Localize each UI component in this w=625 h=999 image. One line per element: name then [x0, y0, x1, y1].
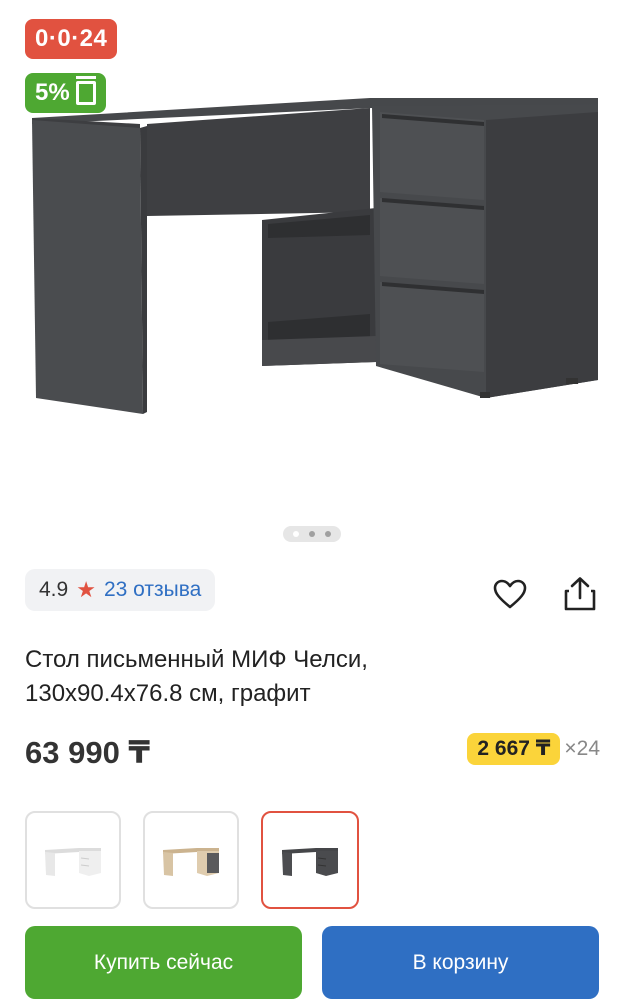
- pager-dot[interactable]: [293, 531, 299, 537]
- variant-graphite[interactable]: [261, 811, 359, 909]
- variant-white[interactable]: [25, 811, 121, 909]
- desk-white-icon: [45, 848, 101, 876]
- installment-badge: 0·0·24: [25, 19, 118, 59]
- bonus-b-icon: [75, 76, 96, 105]
- pager-dot[interactable]: [309, 531, 315, 537]
- color-variants: [25, 811, 359, 909]
- share-icon: [564, 577, 596, 611]
- heart-icon: [493, 579, 527, 609]
- title-line-2: 130x90.4x76.8 см, графит: [25, 680, 311, 707]
- installment-times: ×24: [564, 737, 600, 760]
- rating-value: 4.9: [39, 578, 69, 601]
- desk-oak-icon: [163, 848, 219, 876]
- installment-amount: 2 667 ₸: [467, 733, 561, 765]
- reviews-link[interactable]: 23 отзыва: [104, 578, 201, 602]
- star-icon: ★: [76, 577, 96, 602]
- product-title: Стол письменный МИФ Челси, 130x90.4x76.8…: [25, 643, 585, 711]
- favorite-button[interactable]: [490, 574, 530, 614]
- product-gallery[interactable]: 0·0·24 5%: [0, 0, 625, 550]
- variant-sonoma-oak[interactable]: [143, 811, 239, 909]
- product-price: 63 990 ₸: [25, 735, 150, 770]
- cashback-percent: 5%: [35, 79, 70, 106]
- installment-offer[interactable]: 2 667 ₸ ×24: [467, 733, 600, 765]
- rating-pill[interactable]: 4.9 ★ 23 отзыва: [25, 569, 216, 611]
- pager-dot[interactable]: [325, 531, 331, 537]
- desk-graphite-icon: [282, 848, 338, 876]
- add-to-cart-button[interactable]: В корзину: [322, 926, 599, 999]
- cashback-badge: 5%: [25, 73, 106, 113]
- gallery-pager[interactable]: [283, 526, 341, 542]
- buy-now-button[interactable]: Купить сейчас: [25, 926, 302, 999]
- title-line-1: Стол письменный МИФ Челси,: [25, 646, 368, 673]
- share-button[interactable]: [560, 574, 600, 614]
